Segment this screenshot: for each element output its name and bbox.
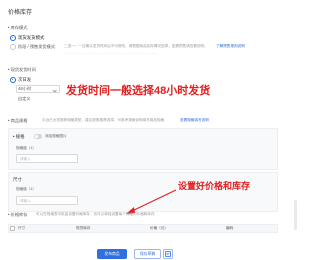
price-stock-hint: 可以在规格表中批量设置价格库存，也可以单独设置每个规格的价格和库存 <box>36 212 155 216</box>
ship-time-nextday-label: 次日发 <box>18 77 32 82</box>
spec-group-2-title: 尺寸 <box>13 177 22 182</box>
presale-rules-link[interactable]: 了解预售规则说明 <box>216 44 245 49</box>
inventory-mode-hint: 二选一：一旦确认发货时间后不可修改，请根据商品实际情况选择，如需预售请查看说明。 <box>64 44 208 48</box>
page-title: 价格库存 <box>8 10 33 16</box>
inventory-mode-label: • 库存模式 <box>8 25 28 30</box>
preview-icon <box>165 251 171 257</box>
spec-image-toggle[interactable] <box>34 134 42 139</box>
price-table-header <box>8 224 278 233</box>
spec-group-2-placeholder: 请输入 <box>20 198 31 203</box>
spec-hint: 平台已为您推荐规格类型，建议按照推荐选择，可参考规格说明填写商品规格 <box>42 118 165 122</box>
table-select-all-checkbox[interactable] <box>10 226 15 231</box>
inventory-mode-presale-radio[interactable] <box>10 44 16 50</box>
scrollbar[interactable] <box>294 200 297 230</box>
table-header-price: 价格（元） <box>150 226 168 230</box>
preview-button[interactable] <box>163 249 173 259</box>
inventory-mode-presale-label: 阶段 / 预售发货模式 <box>18 44 55 49</box>
spec-help-link[interactable]: 查看规格填写说明 <box>180 118 209 123</box>
annotation-ship-time: 发货时间一般选择48小时发货 <box>66 85 211 97</box>
inventory-mode-spot-label: 现货发货模式 <box>18 35 45 40</box>
table-header-stock: 现货库存 <box>76 226 91 230</box>
price-stock-label: • 价格库存 <box>8 212 28 217</box>
inventory-mode-spot-radio[interactable] <box>10 35 16 41</box>
ship-time-select[interactable] <box>16 85 60 93</box>
annotation-price-stock: 设置好价格和库存 <box>178 181 251 191</box>
inventory-mode-hint-line2: · · · · · · · · · · · · · · · · · · · · … <box>64 52 158 56</box>
spec-value-input[interactable]: 请输入 <box>16 154 78 163</box>
spec-group-2-value-input[interactable]: 请输入 <box>16 196 78 205</box>
table-header-size: 尺寸 <box>18 226 26 230</box>
publish-button[interactable]: 发布商品 <box>97 249 127 259</box>
spec-group-title: • 规格 <box>13 134 25 139</box>
spec-image-toggle-label: 添加规格图片 <box>45 134 67 138</box>
table-header-code: 编码 <box>226 226 234 230</box>
ship-time-nextday-radio[interactable] <box>10 77 16 83</box>
spec-value-placeholder: 请输入 <box>20 156 31 161</box>
spec-section-label: • 商品规格 <box>8 118 28 123</box>
save-draft-button[interactable]: 保存草稿 <box>134 249 161 259</box>
ship-time-label: • 现货发货时间 <box>8 67 36 72</box>
spec-values-label: 规格值（1） <box>16 146 36 150</box>
ship-time-custom-label: 自定义 <box>18 96 31 101</box>
spec-group-2-values-label: 规格值（1） <box>16 187 36 191</box>
